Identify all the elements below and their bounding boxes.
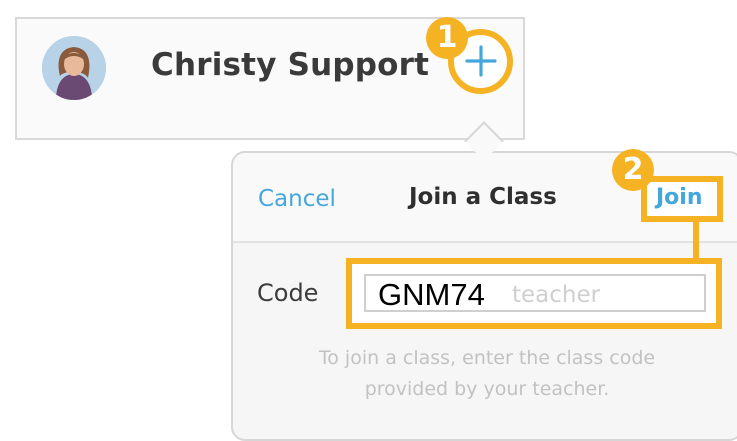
helper-line-1: To join a class, enter the class code: [318, 347, 656, 369]
helper-text: To join a class, enter the class code pr…: [233, 343, 737, 405]
step-badge-1: 1: [426, 17, 468, 59]
cancel-button[interactable]: Cancel: [258, 186, 336, 212]
code-highlight: GNM74 teacher: [346, 258, 722, 329]
join-class-popover: Cancel Join a Class Join Code GNM74 teac…: [231, 151, 737, 441]
step-badge-2: 2: [612, 149, 654, 191]
plus-icon: [465, 45, 497, 77]
popover-header: Cancel Join a Class Join: [233, 153, 737, 243]
avatar: [42, 36, 106, 100]
code-placeholder: teacher: [512, 282, 601, 308]
join-button[interactable]: Join: [656, 185, 703, 210]
code-value: GNM74: [378, 277, 485, 312]
account-name: Christy Support: [151, 47, 430, 83]
popover-title: Join a Class: [409, 184, 557, 210]
helper-line-2: provided by your teacher.: [364, 378, 610, 400]
class-code-input[interactable]: GNM74 teacher: [364, 274, 706, 312]
user-avatar-icon: [42, 36, 106, 100]
code-label: Code: [257, 279, 319, 307]
